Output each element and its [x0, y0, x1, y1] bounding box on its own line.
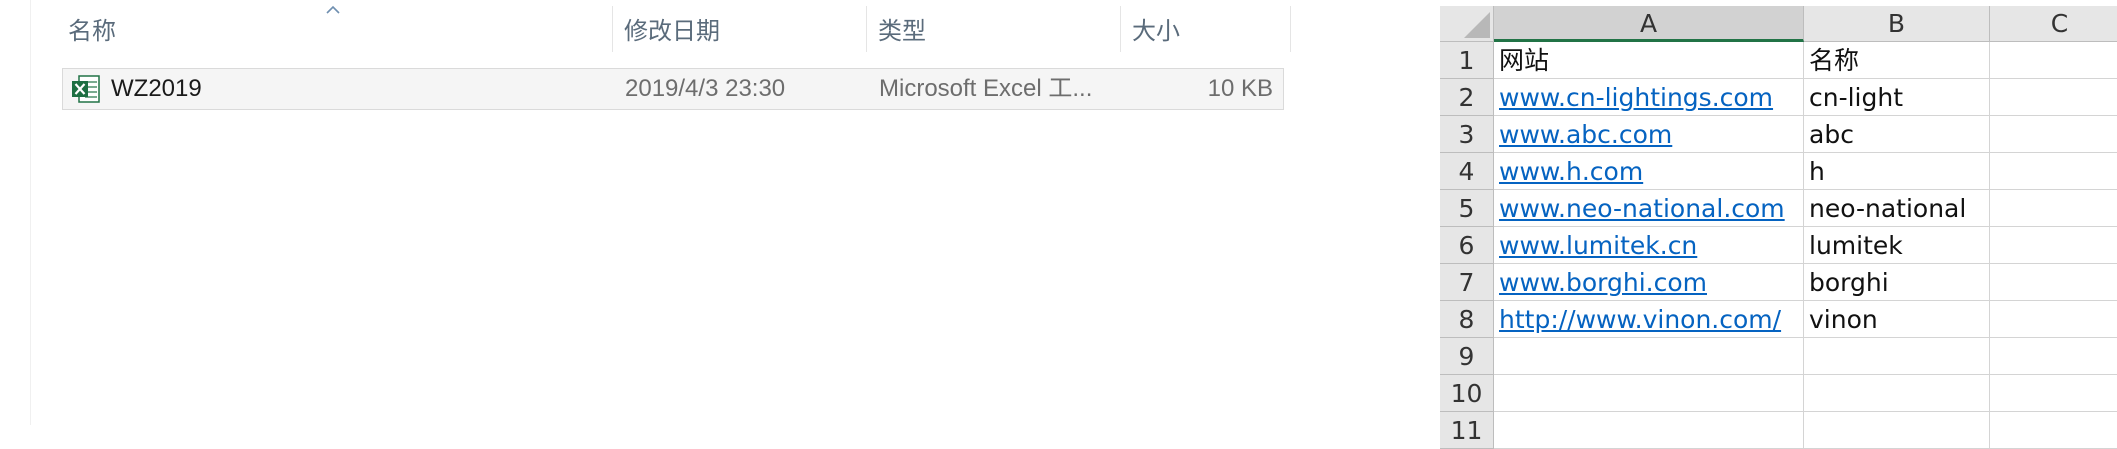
cell-c11[interactable] — [1990, 412, 2117, 449]
column-header-name[interactable]: 名称 — [68, 14, 116, 50]
excel-file-icon — [72, 75, 100, 103]
cell-c5[interactable] — [1990, 190, 2117, 227]
row-header[interactable]: 11 — [1440, 412, 1494, 449]
cell-c9[interactable] — [1990, 338, 2117, 375]
cell-c3[interactable] — [1990, 116, 2117, 153]
cell-c1[interactable] — [1990, 42, 2117, 79]
cell-b10[interactable] — [1804, 375, 1990, 412]
cell-a10[interactable] — [1494, 375, 1804, 412]
row-header[interactable]: 7 — [1440, 264, 1494, 301]
cell-a9[interactable] — [1494, 338, 1804, 375]
cell-a2[interactable]: www.cn-lightings.com — [1494, 79, 1804, 116]
column-header-b[interactable]: B — [1804, 6, 1990, 42]
cell-c10[interactable] — [1990, 375, 2117, 412]
cell-a11[interactable] — [1494, 412, 1804, 449]
cell-b8[interactable]: vinon — [1804, 301, 1990, 338]
column-separator[interactable] — [1290, 6, 1291, 52]
column-separator[interactable] — [1120, 6, 1121, 52]
cell-b2[interactable]: cn-light — [1804, 79, 1990, 116]
row-header[interactable]: 2 — [1440, 79, 1494, 116]
cell-a6[interactable]: www.lumitek.cn — [1494, 227, 1804, 264]
cell-b4[interactable]: h — [1804, 153, 1990, 190]
cell-c7[interactable] — [1990, 264, 2117, 301]
cell-a4[interactable]: www.h.com — [1494, 153, 1804, 190]
cell-b1[interactable]: 名称 — [1804, 42, 1990, 79]
row-header[interactable]: 9 — [1440, 338, 1494, 375]
cell-b9[interactable] — [1804, 338, 1990, 375]
cell-b5[interactable]: neo-national — [1804, 190, 1990, 227]
select-all-button[interactable] — [1440, 6, 1494, 42]
column-header-type[interactable]: 类型 — [878, 14, 926, 50]
row-header[interactable]: 10 — [1440, 375, 1494, 412]
file-size: 10 KB — [1207, 75, 1273, 102]
file-row[interactable]: WZ2019 2019/4/3 23:30 Microsoft Excel 工.… — [62, 68, 1284, 110]
cell-a3[interactable]: www.abc.com — [1494, 116, 1804, 153]
file-modified-date: 2019/4/3 23:30 — [625, 75, 786, 102]
cell-b7[interactable]: borghi — [1804, 264, 1990, 301]
cell-c8[interactable] — [1990, 301, 2117, 338]
cell-c4[interactable] — [1990, 153, 2117, 190]
cell-b3[interactable]: abc — [1804, 116, 1990, 153]
row-header[interactable]: 3 — [1440, 116, 1494, 153]
spreadsheet-grid: A B C 1 网站 名称 2 www.cn-lightings.com cn-… — [1440, 6, 2117, 449]
column-separator[interactable] — [866, 6, 867, 52]
row-header[interactable]: 1 — [1440, 42, 1494, 79]
cell-b11[interactable] — [1804, 412, 1990, 449]
file-name: WZ2019 — [111, 75, 202, 102]
row-header[interactable]: 5 — [1440, 190, 1494, 227]
row-header[interactable]: 4 — [1440, 153, 1494, 190]
column-header-c[interactable]: C — [1990, 6, 2117, 42]
cell-c2[interactable] — [1990, 79, 2117, 116]
cell-a5[interactable]: www.neo-national.com — [1494, 190, 1804, 227]
cell-c6[interactable] — [1990, 227, 2117, 264]
row-header[interactable]: 6 — [1440, 227, 1494, 264]
cell-a8[interactable]: http://www.vinon.com/ — [1494, 301, 1804, 338]
column-separator[interactable] — [612, 6, 613, 52]
column-header-size[interactable]: 大小 — [1132, 14, 1180, 50]
sort-ascending-icon — [326, 5, 340, 14]
file-type: Microsoft Excel 工... — [879, 75, 1093, 102]
column-header-a[interactable]: A — [1494, 6, 1804, 42]
column-header-date[interactable]: 修改日期 — [624, 14, 720, 50]
pane-divider — [30, 0, 31, 425]
cell-a1[interactable]: 网站 — [1494, 42, 1804, 79]
cell-a7[interactable]: www.borghi.com — [1494, 264, 1804, 301]
row-header[interactable]: 8 — [1440, 301, 1494, 338]
file-explorer: 名称 修改日期 类型 大小 WZ2019 2019/4/3 23:30 Micr… — [0, 0, 1300, 425]
cell-b6[interactable]: lumitek — [1804, 227, 1990, 264]
